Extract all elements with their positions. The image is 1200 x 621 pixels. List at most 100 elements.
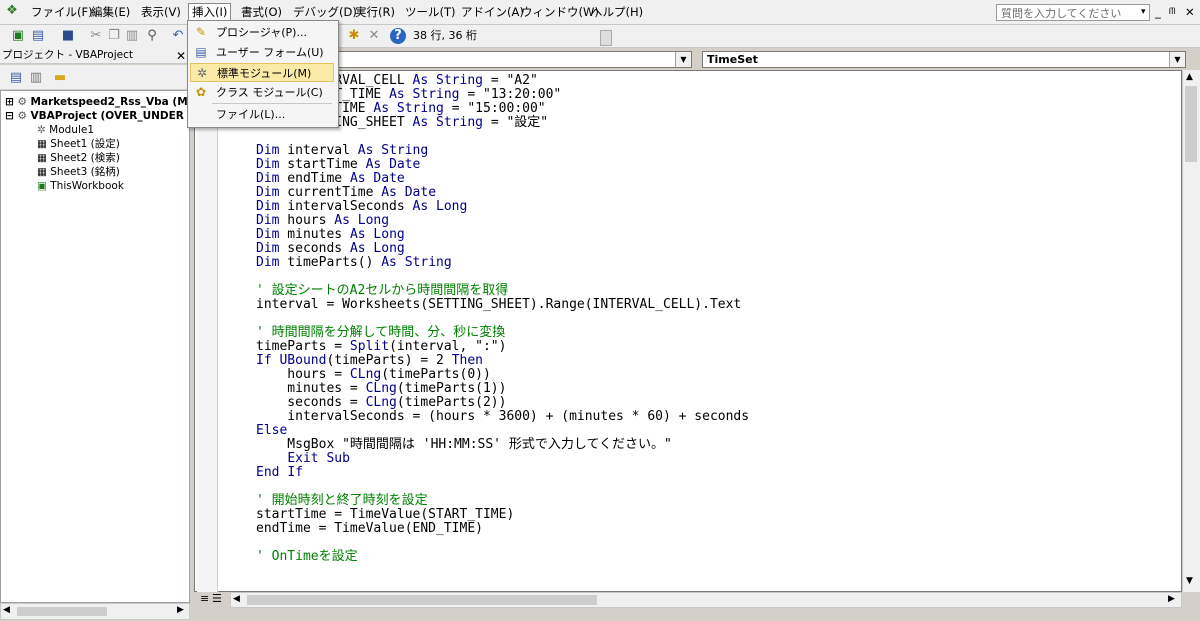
excel-view-icon[interactable]: ▣ xyxy=(10,28,26,44)
code-line[interactable] xyxy=(256,536,749,550)
scroll-down-icon[interactable]: ▼ xyxy=(1186,576,1193,586)
menu-view[interactable]: 表示(V) xyxy=(138,4,184,21)
insert-procedure-item[interactable]: ✎ プロシージャ(P)... xyxy=(190,23,334,42)
code-line[interactable]: End If xyxy=(256,466,749,480)
tree-node-sheet1[interactable]: ▦ Sheet1 (設定) xyxy=(37,137,120,151)
insert-module-item[interactable]: ✲ 標準モジュール(M) xyxy=(190,63,334,82)
project-horizontal-scrollbar[interactable]: ◀ ▶ xyxy=(0,603,190,620)
toolbar-options-icon[interactable] xyxy=(600,30,612,46)
collapse-minus-icon[interactable]: ⊟ xyxy=(5,110,14,122)
toggle-folders-icon[interactable]: ▬ xyxy=(52,70,68,86)
code-margin[interactable] xyxy=(197,72,218,592)
menu-tools[interactable]: ツール(T) xyxy=(402,4,459,21)
code-line[interactable]: endTime = TimeValue(END_TIME) xyxy=(256,522,749,536)
code-line[interactable]: Dim timeParts() As String xyxy=(256,256,749,270)
procedure-combo[interactable]: TimeSet ▼ xyxy=(702,51,1186,68)
code-line[interactable]: Exit Sub xyxy=(256,452,749,466)
code-line[interactable]: interval = Worksheets(SETTING_SHEET).Ran… xyxy=(256,298,749,312)
code-line[interactable]: Dim interval As String xyxy=(256,144,749,158)
menu-help[interactable]: ヘルプ(H) xyxy=(588,4,646,21)
code-line[interactable]: ' 時間間隔を分解して時間、分、秒に変換 xyxy=(256,326,749,340)
menu-debug[interactable]: デバッグ(D) xyxy=(290,4,360,21)
code-line[interactable]: Dim seconds As Long xyxy=(256,242,749,256)
restore-icon[interactable]: ᗰ xyxy=(1166,4,1179,21)
code-line[interactable]: intervalSeconds = (hours * 3600) + (minu… xyxy=(256,410,749,424)
code-line[interactable]: Dim endTime As Date xyxy=(256,172,749,186)
tree-node-thisworkbook[interactable]: ▣ ThisWorkbook xyxy=(37,179,124,193)
menu-bar: ❖ ファイル(F) 編集(E) 表示(V) 挿入(I) 書式(O) デバッグ(D… xyxy=(0,0,1200,25)
cut-icon[interactable]: ✂ xyxy=(88,28,104,44)
tree-node-project-1[interactable]: ⊞ ⚙ Marketspeed2_Rss_Vba (Mar xyxy=(5,95,189,109)
save-icon[interactable]: ■ xyxy=(60,28,76,44)
help-icon[interactable]: ? xyxy=(390,28,406,44)
code-line[interactable]: ' 設定シートのA2セルから時間間隔を取得 xyxy=(256,284,749,298)
expand-plus-icon[interactable]: ⊞ xyxy=(5,96,14,108)
code-line[interactable]: minutes = CLng(timeParts(1)) xyxy=(256,382,749,396)
scroll-thumb[interactable] xyxy=(247,595,597,605)
code-horizontal-scrollbar[interactable]: ◀ ▶ xyxy=(230,592,1182,608)
combo-dropdown-icon[interactable]: ▼ xyxy=(675,52,691,67)
code-text[interactable]: Const INTERVAL_CELL As String = "A2"Cons… xyxy=(256,74,749,564)
scroll-thumb[interactable] xyxy=(17,607,107,616)
paste-icon[interactable]: ▥ xyxy=(124,28,140,44)
menu-run[interactable]: 実行(R) xyxy=(352,4,398,21)
minimize-icon[interactable]: _ xyxy=(1152,4,1164,21)
scroll-right-icon[interactable]: ▶ xyxy=(177,605,184,615)
insert-class-module-item[interactable]: ✿ クラス モジュール(C) xyxy=(190,83,334,102)
code-line[interactable]: timeParts = Split(interval, ":") xyxy=(256,340,749,354)
tree-node-sheet3[interactable]: ▦ Sheet3 (銘柄) xyxy=(37,165,120,179)
insert-userform-icon[interactable]: ▤ xyxy=(30,28,46,44)
userform-icon: ▤ xyxy=(195,45,207,59)
sheet-icon: ▦ xyxy=(37,166,47,178)
code-line[interactable]: Dim currentTime As Date xyxy=(256,186,749,200)
code-line[interactable] xyxy=(256,130,749,144)
help-question-input[interactable]: 質問を入力してください xyxy=(996,4,1150,21)
code-line[interactable]: Else xyxy=(256,424,749,438)
code-line[interactable]: If UBound(timeParts) = 2 Then xyxy=(256,354,749,368)
scroll-left-icon[interactable]: ◀ xyxy=(3,605,10,615)
find-icon[interactable]: ⚲ xyxy=(144,28,160,44)
code-line[interactable]: ' OnTimeを設定 xyxy=(256,550,749,564)
vbe-app-icon[interactable]: ❖ xyxy=(4,3,20,19)
tree-node-module1[interactable]: ✲ Module1 xyxy=(37,123,94,137)
menu-format[interactable]: 書式(O) xyxy=(238,4,285,21)
toolbox-icon[interactable]: ✕ xyxy=(366,28,382,44)
full-module-view-icon[interactable]: ☰ xyxy=(212,592,222,605)
view-code-icon[interactable]: ▤ xyxy=(8,70,24,86)
code-line[interactable] xyxy=(256,480,749,494)
code-line[interactable]: Dim minutes As Long xyxy=(256,228,749,242)
code-line[interactable]: hours = CLng(timeParts(0)) xyxy=(256,368,749,382)
view-object-icon[interactable]: ▥ xyxy=(28,70,44,86)
object-browser-icon[interactable]: ✱ xyxy=(346,28,362,44)
procedure-view-icon[interactable]: ≡ xyxy=(200,592,209,605)
scroll-right-icon[interactable]: ▶ xyxy=(1168,594,1175,604)
code-line[interactable] xyxy=(256,312,749,326)
code-line[interactable]: startTime = TimeValue(START_TIME) xyxy=(256,508,749,522)
scroll-left-icon[interactable]: ◀ xyxy=(233,594,240,604)
code-line[interactable]: ' 開始時刻と終了時刻を設定 xyxy=(256,494,749,508)
code-line[interactable]: Dim intervalSeconds As Long xyxy=(256,200,749,214)
scroll-thumb[interactable] xyxy=(1185,86,1197,162)
menu-file[interactable]: ファイル(F) xyxy=(28,4,96,21)
menu-insert[interactable]: 挿入(I) xyxy=(188,3,232,21)
tree-node-sheet2[interactable]: ▦ Sheet2 (検索) xyxy=(37,151,120,165)
menu-edit[interactable]: 編集(E) xyxy=(88,4,133,21)
tree-node-project-2[interactable]: ⊟ ⚙ VBAProject (OVER_UNDER xyxy=(5,109,184,123)
menu-addins[interactable]: アドイン(A) xyxy=(458,4,527,21)
help-dropdown-icon[interactable]: ▾ xyxy=(1138,4,1149,21)
combo-dropdown-icon[interactable]: ▼ xyxy=(1169,52,1185,67)
code-line[interactable]: MsgBox "時間間隔は 'HH:MM:SS' 形式で入力してください。" xyxy=(256,438,749,452)
undo-icon[interactable]: ↶ xyxy=(170,28,186,44)
project-close-icon[interactable]: ✕ xyxy=(176,49,186,63)
code-line[interactable] xyxy=(256,270,749,284)
code-line[interactable]: seconds = CLng(timeParts(2)) xyxy=(256,396,749,410)
sheet-icon: ▦ xyxy=(37,152,47,164)
insert-userform-item[interactable]: ▤ ユーザー フォーム(U) xyxy=(190,43,334,62)
scroll-up-icon[interactable]: ▲ xyxy=(1186,72,1193,82)
code-vertical-scrollbar[interactable]: ▲ ▼ xyxy=(1182,70,1200,592)
code-line[interactable]: Dim startTime As Date xyxy=(256,158,749,172)
insert-file-item[interactable]: ファイル(L)... xyxy=(190,105,334,124)
code-line[interactable]: Dim hours As Long xyxy=(256,214,749,228)
close-icon[interactable]: ✕ xyxy=(1182,4,1198,21)
copy-icon[interactable]: ❐ xyxy=(106,28,122,44)
